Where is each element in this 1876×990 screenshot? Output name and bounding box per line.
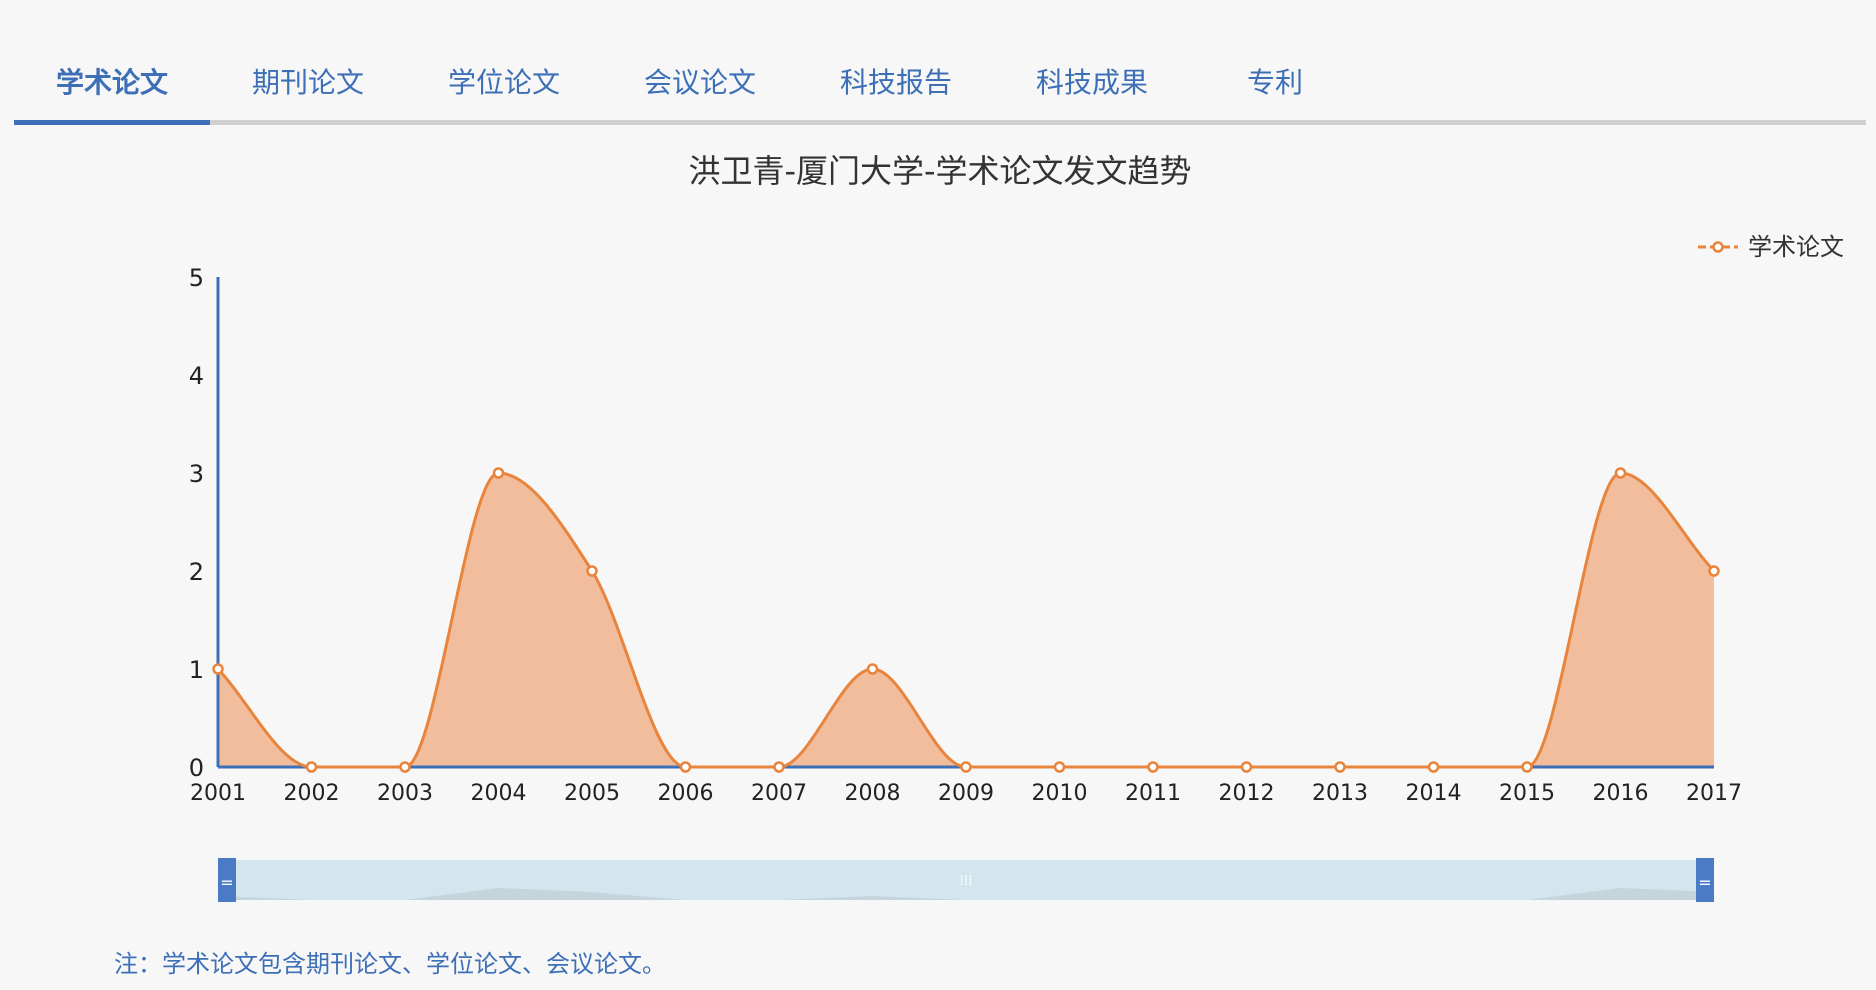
tab-dissertations[interactable]: 学位论文	[406, 42, 602, 120]
tab-tech-achievements[interactable]: 科技成果	[994, 42, 1190, 120]
x-tick-label: 2009	[938, 781, 994, 806]
y-tick-label: 3	[189, 460, 204, 488]
x-tick-label: 2007	[751, 781, 807, 806]
tab-patents[interactable]: 专利	[1190, 42, 1360, 120]
slider-handle-icon: =	[1698, 873, 1711, 892]
legend[interactable]: 学术论文	[1698, 233, 1844, 261]
x-tick-label: 2003	[377, 781, 433, 806]
tab-bar: 学术论文 期刊论文 学位论文 会议论文 科技报告 科技成果 专利	[14, 42, 1866, 125]
x-tick-label: 2012	[1219, 781, 1275, 806]
data-point-2005[interactable]	[586, 565, 598, 577]
x-tick-label: 2008	[845, 781, 901, 806]
x-tick-label: 2006	[658, 781, 714, 806]
data-point-2015[interactable]	[1521, 761, 1533, 773]
x-tick-label: 2005	[564, 781, 620, 806]
y-tick-label: 4	[189, 362, 204, 390]
footnote: 注：学术论文包含期刊论文、学位论文、会议论文。	[114, 950, 666, 978]
tab-conference-papers[interactable]: 会议论文	[602, 42, 798, 120]
legend-label: 学术论文	[1748, 233, 1844, 261]
data-point-2017[interactable]	[1708, 565, 1720, 577]
data-point-2010[interactable]	[1053, 761, 1066, 773]
data-point-2012[interactable]	[1240, 761, 1253, 773]
data-point-2008[interactable]	[866, 663, 879, 675]
slider-grip-icon[interactable]: ⁞⁞⁞	[959, 873, 972, 889]
tab-academic-papers[interactable]: 学术论文	[14, 42, 210, 125]
data-point-2003[interactable]	[399, 761, 411, 773]
data-point-2001[interactable]	[212, 663, 224, 675]
data-point-2004[interactable]	[492, 467, 505, 479]
x-tick-label: 2002	[284, 781, 340, 806]
data-point-2006[interactable]	[679, 761, 692, 773]
x-tick-label: 2010	[1032, 781, 1088, 806]
legend-marker	[1712, 241, 1724, 253]
data-point-2014[interactable]	[1427, 761, 1440, 773]
page: 学术论文 期刊论文 学位论文 会议论文 科技报告 科技成果 专利 洪卫青-厦门大…	[0, 0, 1876, 990]
x-tick-label: 2016	[1593, 781, 1649, 806]
x-tick-label: 2001	[190, 781, 246, 806]
plot-area: 0 1 2 3 4 5 2001 2002 2003 2004 2005 2006 2007 2008 20…	[189, 264, 1742, 806]
x-tick-label: 2015	[1499, 781, 1555, 806]
y-tick-label: 1	[189, 656, 204, 684]
data-point-2011[interactable]	[1147, 761, 1159, 773]
tab-tech-reports[interactable]: 科技报告	[798, 42, 994, 120]
data-point-2007[interactable]	[773, 761, 785, 773]
chart-title: 洪卫青-厦门大学-学术论文发文趋势	[688, 152, 1191, 190]
data-point-2013[interactable]	[1334, 761, 1346, 773]
x-tick-label: 2013	[1312, 781, 1368, 806]
y-tick-label: 0	[189, 754, 204, 782]
series-area	[218, 473, 1714, 767]
tab-journal-papers[interactable]: 期刊论文	[210, 42, 406, 120]
trend-chart: 洪卫青-厦门大学-学术论文发文趋势 学术论文 0 1 2 3 4 5 2001 2002 200…	[189, 152, 1844, 902]
y-tick-label: 2	[189, 558, 204, 586]
data-point-2002[interactable]	[305, 761, 318, 773]
data-zoom-slider[interactable]: ⁞⁞⁞ = =	[218, 858, 1714, 902]
slider-handle-icon: =	[220, 873, 233, 892]
x-tick-label: 2014	[1406, 781, 1462, 806]
x-tick-label: 2004	[471, 781, 527, 806]
data-point-2016[interactable]	[1614, 467, 1627, 479]
data-point-2009[interactable]	[960, 761, 972, 773]
x-tick-label: 2011	[1125, 781, 1181, 806]
y-tick-label: 5	[189, 264, 204, 292]
x-tick-label: 2017	[1686, 781, 1742, 806]
